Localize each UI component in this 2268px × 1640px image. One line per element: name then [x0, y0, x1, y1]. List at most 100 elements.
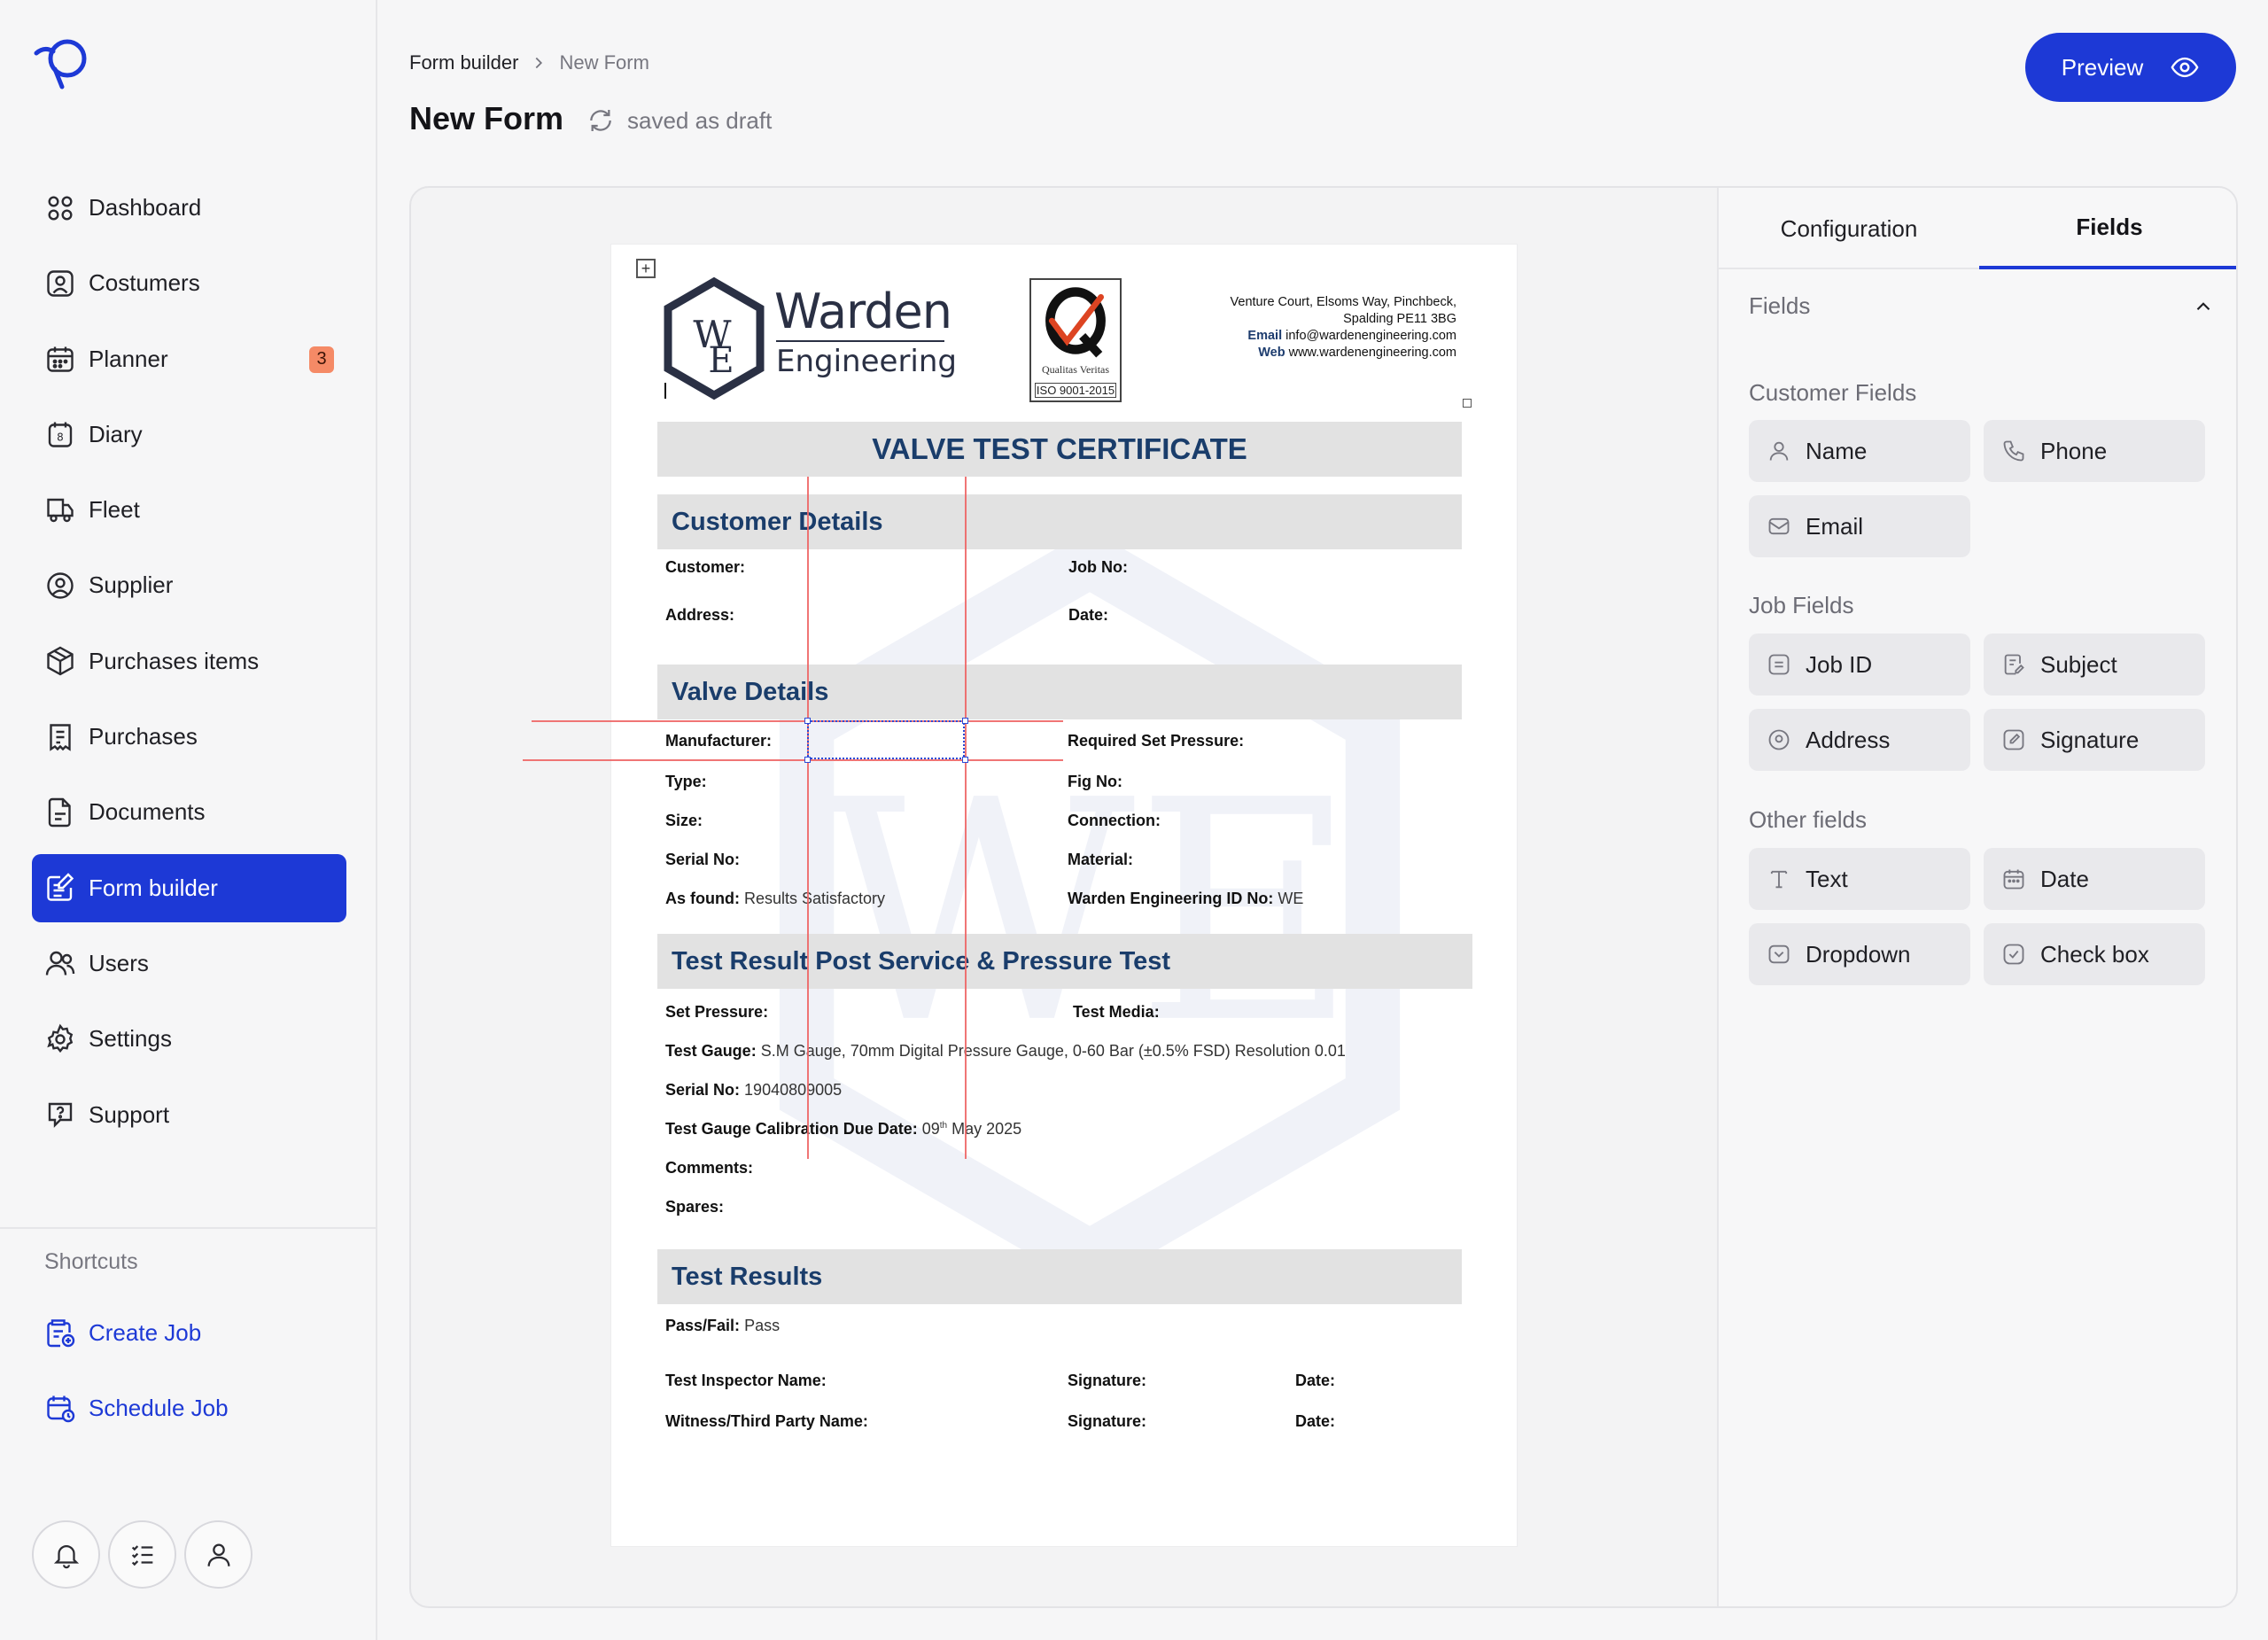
- preview-button[interactable]: Preview: [2025, 33, 2236, 102]
- shortcut-create-job[interactable]: Create Job: [44, 1317, 201, 1349]
- sidebar-item-form-builder[interactable]: Form builder: [32, 853, 346, 922]
- tab-fields[interactable]: Fields: [1979, 188, 2236, 269]
- field-chip-subject[interactable]: Subject: [1984, 633, 2205, 696]
- user-icon: [1769, 441, 1789, 461]
- iso-badge: Qualitas Veritas ISO 9001-2015: [1029, 278, 1122, 402]
- sidebar-item-fleet[interactable]: Fleet: [32, 476, 346, 544]
- field-comments: Comments:: [665, 1159, 754, 1177]
- sidebar-item-support[interactable]: Support: [32, 1081, 346, 1149]
- shortcut-schedule-job[interactable]: Schedule Job: [44, 1392, 229, 1424]
- field-set-pressure: Set Pressure:: [665, 1003, 769, 1021]
- selection-handle[interactable]: [804, 718, 811, 724]
- selection-handle[interactable]: [962, 757, 968, 763]
- chevron-up-icon: [2196, 301, 2210, 310]
- field-type: Type:: [665, 773, 707, 790]
- bell-icon: [53, 1544, 79, 1568]
- field-serial-no: Serial No:: [665, 851, 741, 868]
- field-chip-email[interactable]: Email: [1749, 495, 1970, 557]
- field-chip-text[interactable]: Text: [1749, 848, 1970, 910]
- iso-caption: Qualitas Veritas: [1041, 363, 1110, 376]
- field-chip-job-id[interactable]: Job ID: [1749, 633, 1970, 696]
- field-material: Material:: [1068, 851, 1134, 868]
- box-icon: [47, 646, 74, 676]
- sidebar-item-label: Settings: [89, 1025, 172, 1053]
- warden-logo-icon: W E: [664, 276, 765, 400]
- resize-handle[interactable]: [1463, 399, 1472, 408]
- sidebar-item-label: Purchases: [89, 723, 198, 750]
- breadcrumb-current: New Form: [559, 51, 649, 74]
- profile-button[interactable]: [184, 1520, 252, 1589]
- company-name-rule: [776, 340, 944, 342]
- app-logo-icon[interactable]: [32, 34, 94, 92]
- field-chip-signature[interactable]: Signature: [1984, 709, 2205, 771]
- web-label: Web: [1258, 346, 1285, 360]
- text-icon: [1770, 870, 1788, 889]
- field-inspector-date: Date:: [1295, 1372, 1336, 1389]
- field-chip-address[interactable]: Address: [1749, 709, 1970, 771]
- breadcrumb-form-builder[interactable]: Form builder: [409, 51, 518, 74]
- sidebar-item-purchases-items[interactable]: Purchases items: [32, 627, 346, 696]
- field-manufacturer: Manufacturer:: [665, 732, 773, 750]
- sidebar-item-label: Fleet: [89, 496, 140, 524]
- field-pass-fail: Pass/Fail: Pass: [665, 1317, 781, 1334]
- sidebar-item-settings[interactable]: Settings: [32, 1005, 346, 1073]
- company-name-line1: Warden: [774, 284, 952, 339]
- guide-line-vertical: [807, 477, 809, 1159]
- planner-badge: 3: [309, 346, 334, 373]
- email-label: Email: [1247, 329, 1283, 343]
- field-chip-check-box[interactable]: Check box: [1984, 923, 2205, 985]
- field-chip-date[interactable]: Date: [1984, 848, 2205, 910]
- sidebar-item-users[interactable]: Users: [32, 929, 346, 998]
- guide-line-horizontal: [523, 759, 1063, 761]
- field-witness-date: Date:: [1295, 1412, 1336, 1430]
- selected-field-box[interactable]: [807, 720, 965, 759]
- gear-icon: [47, 1023, 74, 1053]
- sidebar-item-dashboard[interactable]: Dashboard: [32, 174, 346, 242]
- selection-handle[interactable]: [962, 718, 968, 724]
- guide-line-vertical: [965, 477, 967, 1159]
- web-value: www.wardenengineering.com: [1288, 346, 1456, 360]
- sidebar-item-costumers[interactable]: Costumers: [32, 249, 346, 317]
- field-connection: Connection:: [1068, 812, 1161, 829]
- field-as-found: As found: Results Satisfactory: [665, 890, 886, 907]
- field-chip-dropdown[interactable]: Dropdown: [1749, 923, 1970, 985]
- sidebar-item-label: Purchases items: [89, 647, 260, 674]
- field-chip-label: Dropdown: [1806, 940, 1911, 968]
- iso-q-logo-icon: [1045, 287, 1106, 358]
- web-line: Web www.wardenengineering.com: [1231, 345, 1456, 361]
- field-job-no: Job No:: [1068, 558, 1128, 576]
- certificate-document[interactable]: + WE W E Warden Engineering Qualitas Ver…: [523, 245, 1517, 1546]
- fields-accordion-header[interactable]: Fields: [1749, 292, 2215, 320]
- main-nav: Dashboard Costumers Planner 3 8 Diary Fl…: [32, 174, 346, 1156]
- sidebar-item-supplier[interactable]: Supplier: [32, 551, 346, 619]
- guide-line-horizontal: [532, 720, 1063, 722]
- sidebar-item-documents[interactable]: Documents: [32, 778, 346, 846]
- selection-handle[interactable]: [804, 757, 811, 763]
- eye-icon: [2171, 57, 2199, 78]
- notifications-button[interactable]: [32, 1520, 100, 1589]
- preview-button-label: Preview: [2061, 53, 2144, 81]
- calendar-icon: [47, 346, 74, 372]
- tasks-button[interactable]: [108, 1520, 176, 1589]
- sidebar-item-purchases[interactable]: Purchases: [32, 703, 346, 771]
- svg-text:8: 8: [57, 431, 64, 444]
- move-handle-icon[interactable]: +: [636, 259, 656, 278]
- breadcrumb: Form builder New Form: [409, 51, 649, 74]
- field-inspector-signature: Signature:: [1068, 1372, 1147, 1389]
- field-chip-name[interactable]: Name: [1749, 420, 1970, 482]
- sidebar-item-planner[interactable]: Planner 3: [32, 325, 346, 393]
- form-canvas: + WE W E Warden Engineering Qualitas Ver…: [411, 188, 1717, 1606]
- sidebar-item-diary[interactable]: 8 Diary: [32, 400, 346, 469]
- field-chip-label: Text: [1806, 865, 1848, 892]
- tab-configuration[interactable]: Configuration: [1719, 188, 1979, 269]
- field-chip-label: Name: [1806, 437, 1868, 464]
- field-calibration-date: Test Gauge Calibration Due Date: 09th Ma…: [665, 1120, 1022, 1138]
- sidebar-item-label: Form builder: [89, 874, 218, 901]
- group-title-job-fields: Job Fields: [1749, 592, 1854, 618]
- field-chip-label: Check box: [2040, 940, 2149, 968]
- fields-panel: Configuration Fields Fields Customer Fie…: [1717, 188, 2236, 1606]
- date-icon: [2003, 869, 2024, 890]
- field-chip-phone[interactable]: Phone: [1984, 420, 2205, 482]
- field-chip-label: Email: [1806, 512, 1864, 540]
- text-cursor: [664, 383, 666, 399]
